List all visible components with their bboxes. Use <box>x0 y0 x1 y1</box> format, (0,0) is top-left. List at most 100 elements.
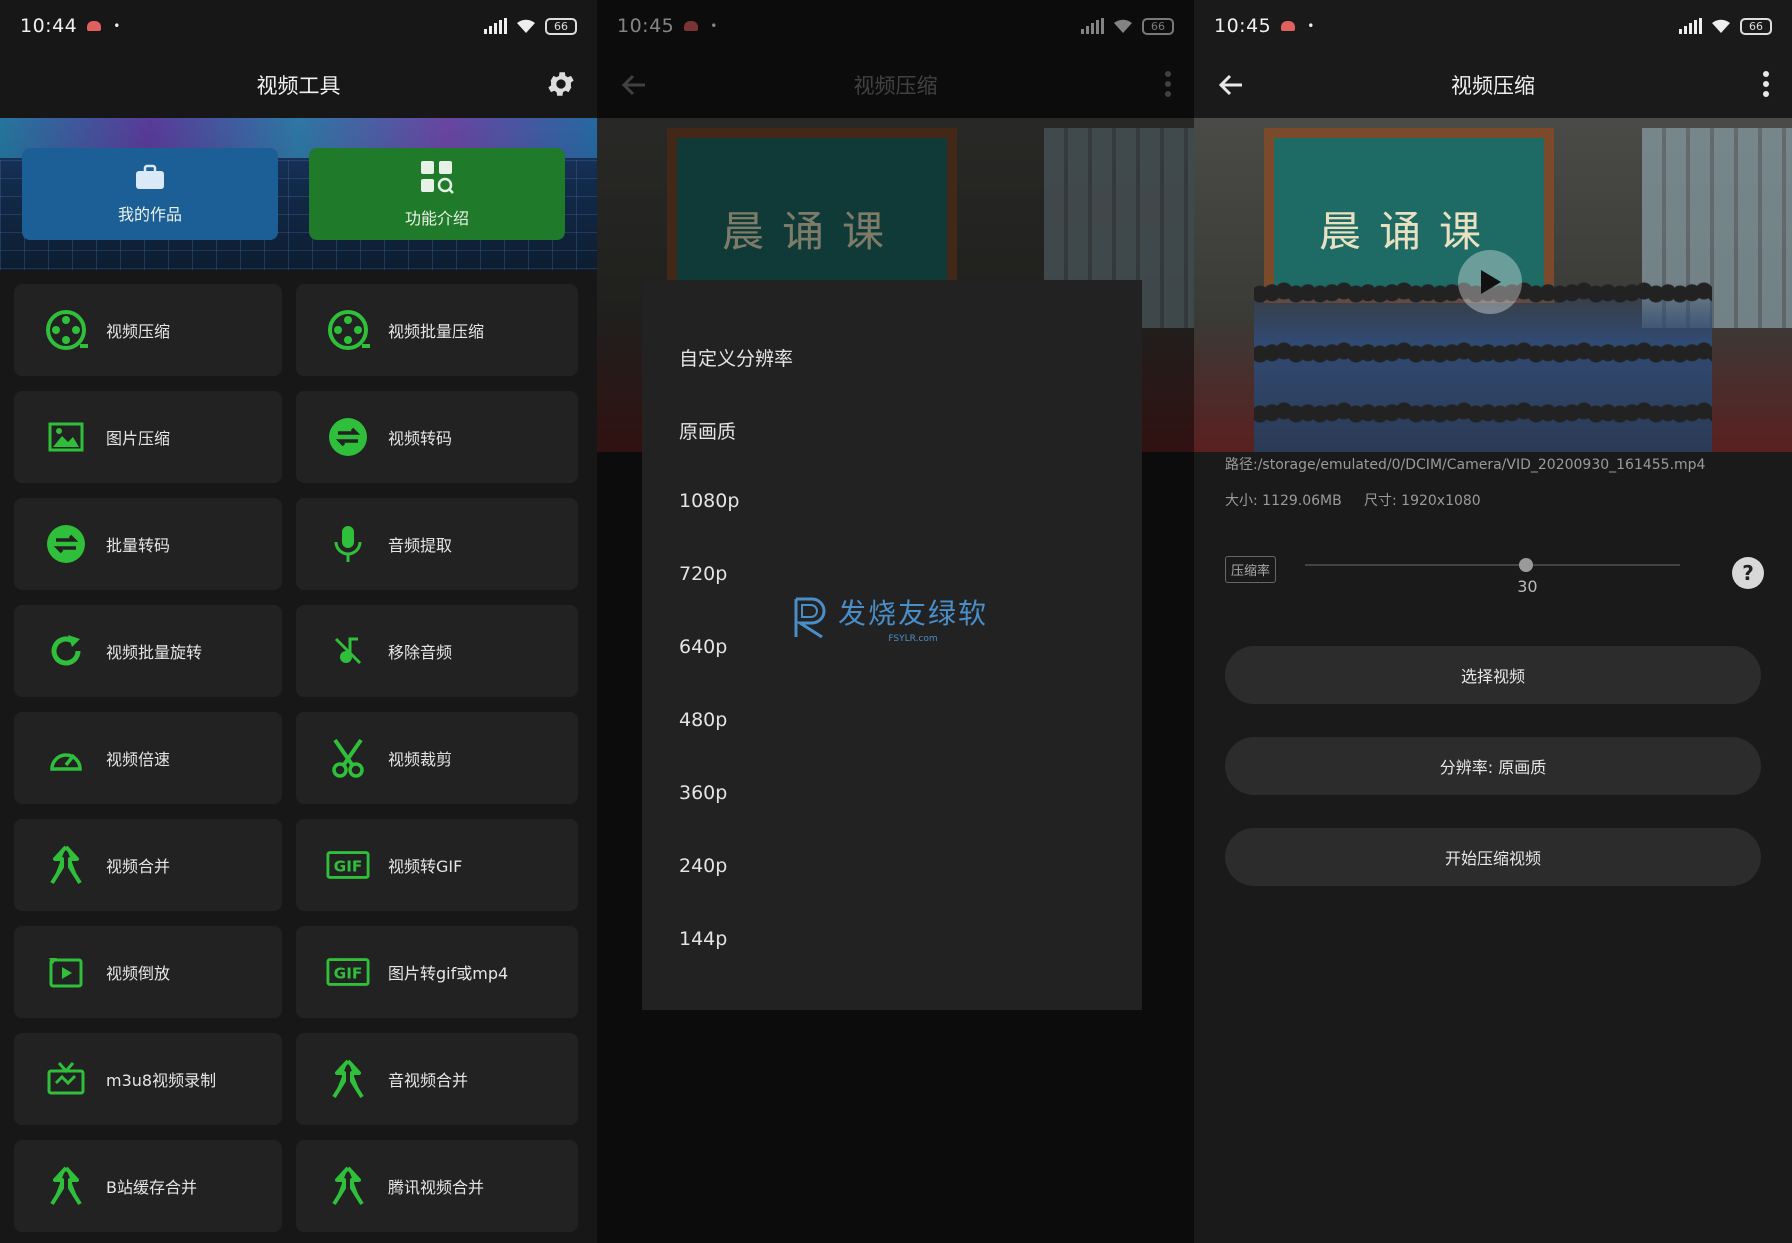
tool-video-transcode[interactable]: 视频转码 <box>296 391 578 483</box>
resolution-option[interactable]: 144p <box>679 928 727 950</box>
slider-thumb[interactable] <box>1519 558 1534 572</box>
tool-label: 视频压缩 <box>106 322 171 341</box>
tool-video-batch-compress[interactable]: 视频批量压缩 <box>296 284 578 376</box>
tool-label: B站缓存合并 <box>106 1178 197 1197</box>
tool-label: 批量转码 <box>106 536 171 555</box>
swap-arrows-icon <box>44 522 88 566</box>
tool-label: 音频提取 <box>388 536 453 555</box>
battery-icon: 66 <box>1740 17 1772 35</box>
reverse-play-icon <box>44 950 88 994</box>
microphone-icon <box>326 522 370 566</box>
file-dimensions: 尺寸: 1920x1080 <box>1364 493 1481 509</box>
dot-icon: • <box>1307 19 1315 33</box>
merge-icon <box>44 843 88 887</box>
tool-batch-transcode[interactable]: 批量转码 <box>14 498 282 590</box>
watermark-subtext: FSYLR.com <box>888 634 938 644</box>
tool-grid: 视频压缩 视频批量压缩 图片压缩 视频转码 批量转码 音频提取 视频批量旋转 移… <box>14 284 582 1232</box>
tool-remove-audio[interactable]: 移除音频 <box>296 605 578 697</box>
tool-video-reverse[interactable]: 视频倒放 <box>14 926 282 1018</box>
merge-icon <box>326 1057 370 1101</box>
tool-bilibili-merge[interactable]: B站缓存合并 <box>14 1140 282 1232</box>
svg-text:GIF: GIF <box>334 965 363 983</box>
tool-audio-extract[interactable]: 音频提取 <box>296 498 578 590</box>
resolution-option[interactable]: 360p <box>679 782 727 804</box>
swap-arrows-icon <box>326 415 370 459</box>
tool-label: 视频合并 <box>106 857 171 876</box>
watermark-r-icon <box>794 597 826 639</box>
my-works-label: 我的作品 <box>117 205 182 224</box>
tool-label: m3u8视频录制 <box>106 1071 217 1090</box>
more-vert-icon[interactable] <box>1760 68 1772 100</box>
resolution-option[interactable]: 640p <box>679 636 727 658</box>
resolution-button[interactable]: 分辨率: 原画质 <box>1225 737 1761 795</box>
tool-tencent-merge[interactable]: 腾讯视频合并 <box>296 1140 578 1232</box>
notification-icon <box>87 21 102 31</box>
page-title: 视频压缩 <box>1451 74 1535 98</box>
resolution-option[interactable]: 720p <box>679 563 727 585</box>
tools-home-screen: 10:44 • 66 视频工具 我的作品 功能介绍 视频压缩 视频批量压缩 图片… <box>0 0 597 1243</box>
features-button[interactable]: 功能介绍 <box>309 148 565 240</box>
tool-label: 音视频合并 <box>388 1071 469 1090</box>
help-icon[interactable]: ? <box>1732 557 1764 589</box>
status-bar: 10:45 • 66 <box>1194 0 1792 52</box>
tool-label: 图片压缩 <box>106 429 171 448</box>
tool-video-trim[interactable]: 视频裁剪 <box>296 712 578 804</box>
my-works-button[interactable]: 我的作品 <box>22 148 278 240</box>
status-bar: 10:44 • 66 <box>0 0 597 52</box>
resolution-option[interactable]: 原画质 <box>679 417 736 444</box>
tool-image-to-gif-mp4[interactable]: GIF 图片转gif或mp4 <box>296 926 578 1018</box>
tv-icon <box>44 1057 88 1101</box>
select-video-button[interactable]: 选择视频 <box>1225 646 1761 704</box>
tool-label: 视频批量旋转 <box>106 643 203 662</box>
tool-video-speed[interactable]: 视频倍速 <box>14 712 282 804</box>
image-icon <box>44 415 88 459</box>
tool-audio-video-merge[interactable]: 音视频合并 <box>296 1033 578 1125</box>
speedometer-icon <box>44 736 88 780</box>
tool-video-compress[interactable]: 视频压缩 <box>14 284 282 376</box>
tool-label: 图片转gif或mp4 <box>388 964 509 983</box>
app-bar: 视频工具 <box>0 52 597 118</box>
film-reel-icon <box>44 308 88 352</box>
compression-ratio-value: 30 <box>1517 577 1538 596</box>
start-compress-button[interactable]: 开始压缩视频 <box>1225 828 1761 886</box>
banner: 我的作品 功能介绍 <box>0 118 597 270</box>
mute-note-icon <box>326 629 370 673</box>
video-preview[interactable]: 晨诵课 <box>1194 118 1792 452</box>
resolution-option[interactable]: 240p <box>679 855 727 877</box>
tool-video-to-gif[interactable]: GIF 视频转GIF <box>296 819 578 911</box>
play-icon <box>1481 270 1501 294</box>
compression-ratio-label: 压缩率 <box>1225 556 1277 583</box>
svg-text:GIF: GIF <box>334 858 363 876</box>
resolution-option[interactable]: 480p <box>679 709 727 731</box>
tool-video-merge[interactable]: 视频合并 <box>14 819 282 911</box>
play-button[interactable] <box>1458 250 1522 314</box>
tool-m3u8-record[interactable]: m3u8视频录制 <box>14 1033 282 1125</box>
briefcase-icon <box>136 164 164 189</box>
resolution-option[interactable]: 自定义分辨率 <box>679 344 793 371</box>
film-reel-icon <box>326 308 370 352</box>
notification-icon <box>1281 21 1296 31</box>
merge-icon <box>44 1164 88 1208</box>
tool-video-batch-rotate[interactable]: 视频批量旋转 <box>14 605 282 697</box>
watermark-logo: 发烧友绿软 FSYLR.com <box>792 592 988 644</box>
resolution-option[interactable]: 1080p <box>679 490 739 512</box>
page-title: 视频工具 <box>256 74 341 98</box>
rotate-icon <box>44 629 88 673</box>
tool-label: 视频转码 <box>388 429 453 448</box>
back-arrow-icon[interactable] <box>1216 70 1246 100</box>
resolution-dialog: 自定义分辨率 原画质 1080p 720p 640p 480p 360p 240… <box>642 280 1142 1010</box>
video-compress-screen: 10:45 • 66 视频压缩 晨诵课 路径:/storage/emulated… <box>1194 0 1792 1243</box>
battery-icon: 66 <box>545 17 577 35</box>
signal-icon <box>1679 18 1702 34</box>
tool-label: 视频批量压缩 <box>388 322 485 341</box>
tool-label: 腾讯视频合并 <box>388 1178 485 1197</box>
wifi-icon <box>1712 19 1730 33</box>
compression-slider[interactable] <box>1305 564 1680 566</box>
tool-image-compress[interactable]: 图片压缩 <box>14 391 282 483</box>
gif-icon: GIF <box>326 950 370 994</box>
tool-label: 视频倒放 <box>106 964 171 983</box>
tool-label: 视频转GIF <box>388 857 463 876</box>
merge-icon <box>326 1164 370 1208</box>
file-size: 大小: 1129.06MB <box>1225 493 1342 509</box>
gear-icon[interactable] <box>545 68 577 100</box>
